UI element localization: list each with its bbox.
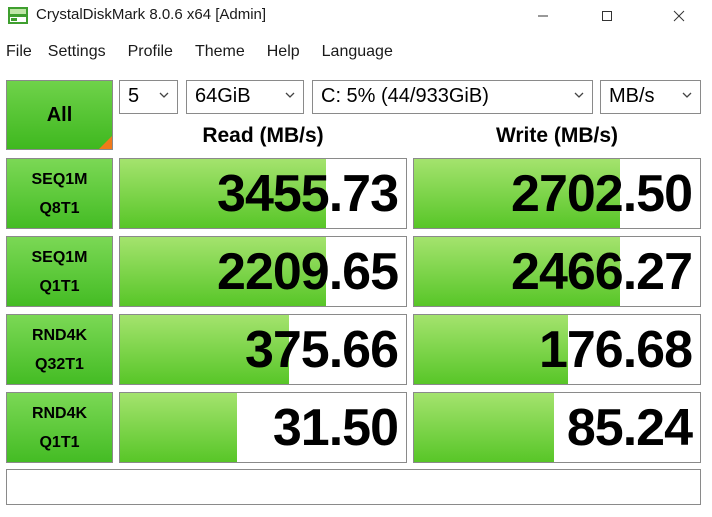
test-name: RND4K bbox=[31, 326, 88, 344]
menu-language[interactable]: Language bbox=[322, 38, 393, 68]
read-bar bbox=[120, 393, 238, 462]
unit-select[interactable]: MB/s bbox=[600, 80, 701, 114]
minimize-button[interactable] bbox=[520, 0, 566, 32]
test-name: RND4K bbox=[31, 404, 88, 422]
read-result: 2209.65 bbox=[119, 236, 407, 307]
menu-profile[interactable]: Profile bbox=[128, 38, 173, 68]
test-button-seq1m-q8t1[interactable]: SEQ1M Q8T1 bbox=[6, 158, 113, 229]
corner-accent bbox=[99, 136, 112, 149]
test-params: Q32T1 bbox=[35, 355, 84, 373]
maximize-button[interactable] bbox=[584, 0, 630, 32]
run-all-label: All bbox=[46, 103, 73, 126]
run-all-button[interactable]: All bbox=[6, 80, 113, 150]
read-result: 3455.73 bbox=[119, 158, 407, 229]
write-result: 2702.50 bbox=[413, 158, 701, 229]
write-result: 2466.27 bbox=[413, 236, 701, 307]
write-result: 176.68 bbox=[413, 314, 701, 385]
close-button[interactable] bbox=[656, 0, 702, 32]
write-result: 85.24 bbox=[413, 392, 701, 463]
test-params: Q8T1 bbox=[39, 199, 80, 217]
title-bar: CrystalDiskMark 8.0.6 x64 [Admin] bbox=[0, 0, 712, 32]
write-bar bbox=[414, 393, 555, 462]
menu-file[interactable]: File bbox=[6, 38, 32, 68]
read-value: 3455.73 bbox=[217, 165, 399, 223]
read-result: 31.50 bbox=[119, 392, 407, 463]
write-value: 2702.50 bbox=[511, 165, 693, 223]
close-icon bbox=[673, 10, 685, 22]
test-params: Q1T1 bbox=[39, 277, 80, 295]
menu-help[interactable]: Help bbox=[267, 38, 300, 68]
test-count-value: 5 bbox=[128, 85, 140, 107]
test-name: SEQ1M bbox=[31, 170, 88, 188]
drive-value: C: 5% (44/933GiB) bbox=[321, 85, 489, 107]
write-value: 85.24 bbox=[566, 399, 693, 457]
test-name: SEQ1M bbox=[31, 248, 88, 266]
window-title: CrystalDiskMark 8.0.6 x64 [Admin] bbox=[36, 6, 267, 23]
test-button-rnd4k-q1t1[interactable]: RND4K Q1T1 bbox=[6, 392, 113, 463]
read-column-header: Read (MB/s) bbox=[202, 124, 324, 147]
read-value: 375.66 bbox=[244, 321, 399, 379]
read-value: 31.50 bbox=[272, 399, 399, 457]
read-value: 2209.65 bbox=[217, 243, 399, 301]
comment-input[interactable] bbox=[6, 469, 701, 505]
chevron-down-icon bbox=[574, 92, 584, 98]
unit-value: MB/s bbox=[609, 85, 655, 107]
test-button-seq1m-q1t1[interactable]: SEQ1M Q1T1 bbox=[6, 236, 113, 307]
menu-bar: File Settings Profile Theme Help Languag… bbox=[0, 38, 393, 68]
menu-theme[interactable]: Theme bbox=[195, 38, 245, 68]
test-count-select[interactable]: 5 bbox=[119, 80, 178, 114]
chevron-down-icon bbox=[159, 92, 169, 98]
read-result: 375.66 bbox=[119, 314, 407, 385]
app-icon bbox=[8, 7, 28, 24]
menu-settings[interactable]: Settings bbox=[48, 38, 106, 68]
write-column-header: Write (MB/s) bbox=[495, 124, 619, 147]
test-params: Q1T1 bbox=[39, 433, 80, 451]
test-button-rnd4k-q32t1[interactable]: RND4K Q32T1 bbox=[6, 314, 113, 385]
maximize-icon bbox=[602, 11, 612, 21]
chevron-down-icon bbox=[285, 92, 295, 98]
drive-select[interactable]: C: 5% (44/933GiB) bbox=[312, 80, 593, 114]
minimize-icon bbox=[538, 15, 548, 17]
write-value: 176.68 bbox=[538, 321, 693, 379]
test-size-select[interactable]: 64GiB bbox=[186, 80, 304, 114]
chevron-down-icon bbox=[682, 92, 692, 98]
write-value: 2466.27 bbox=[511, 243, 693, 301]
test-size-value: 64GiB bbox=[195, 85, 251, 107]
